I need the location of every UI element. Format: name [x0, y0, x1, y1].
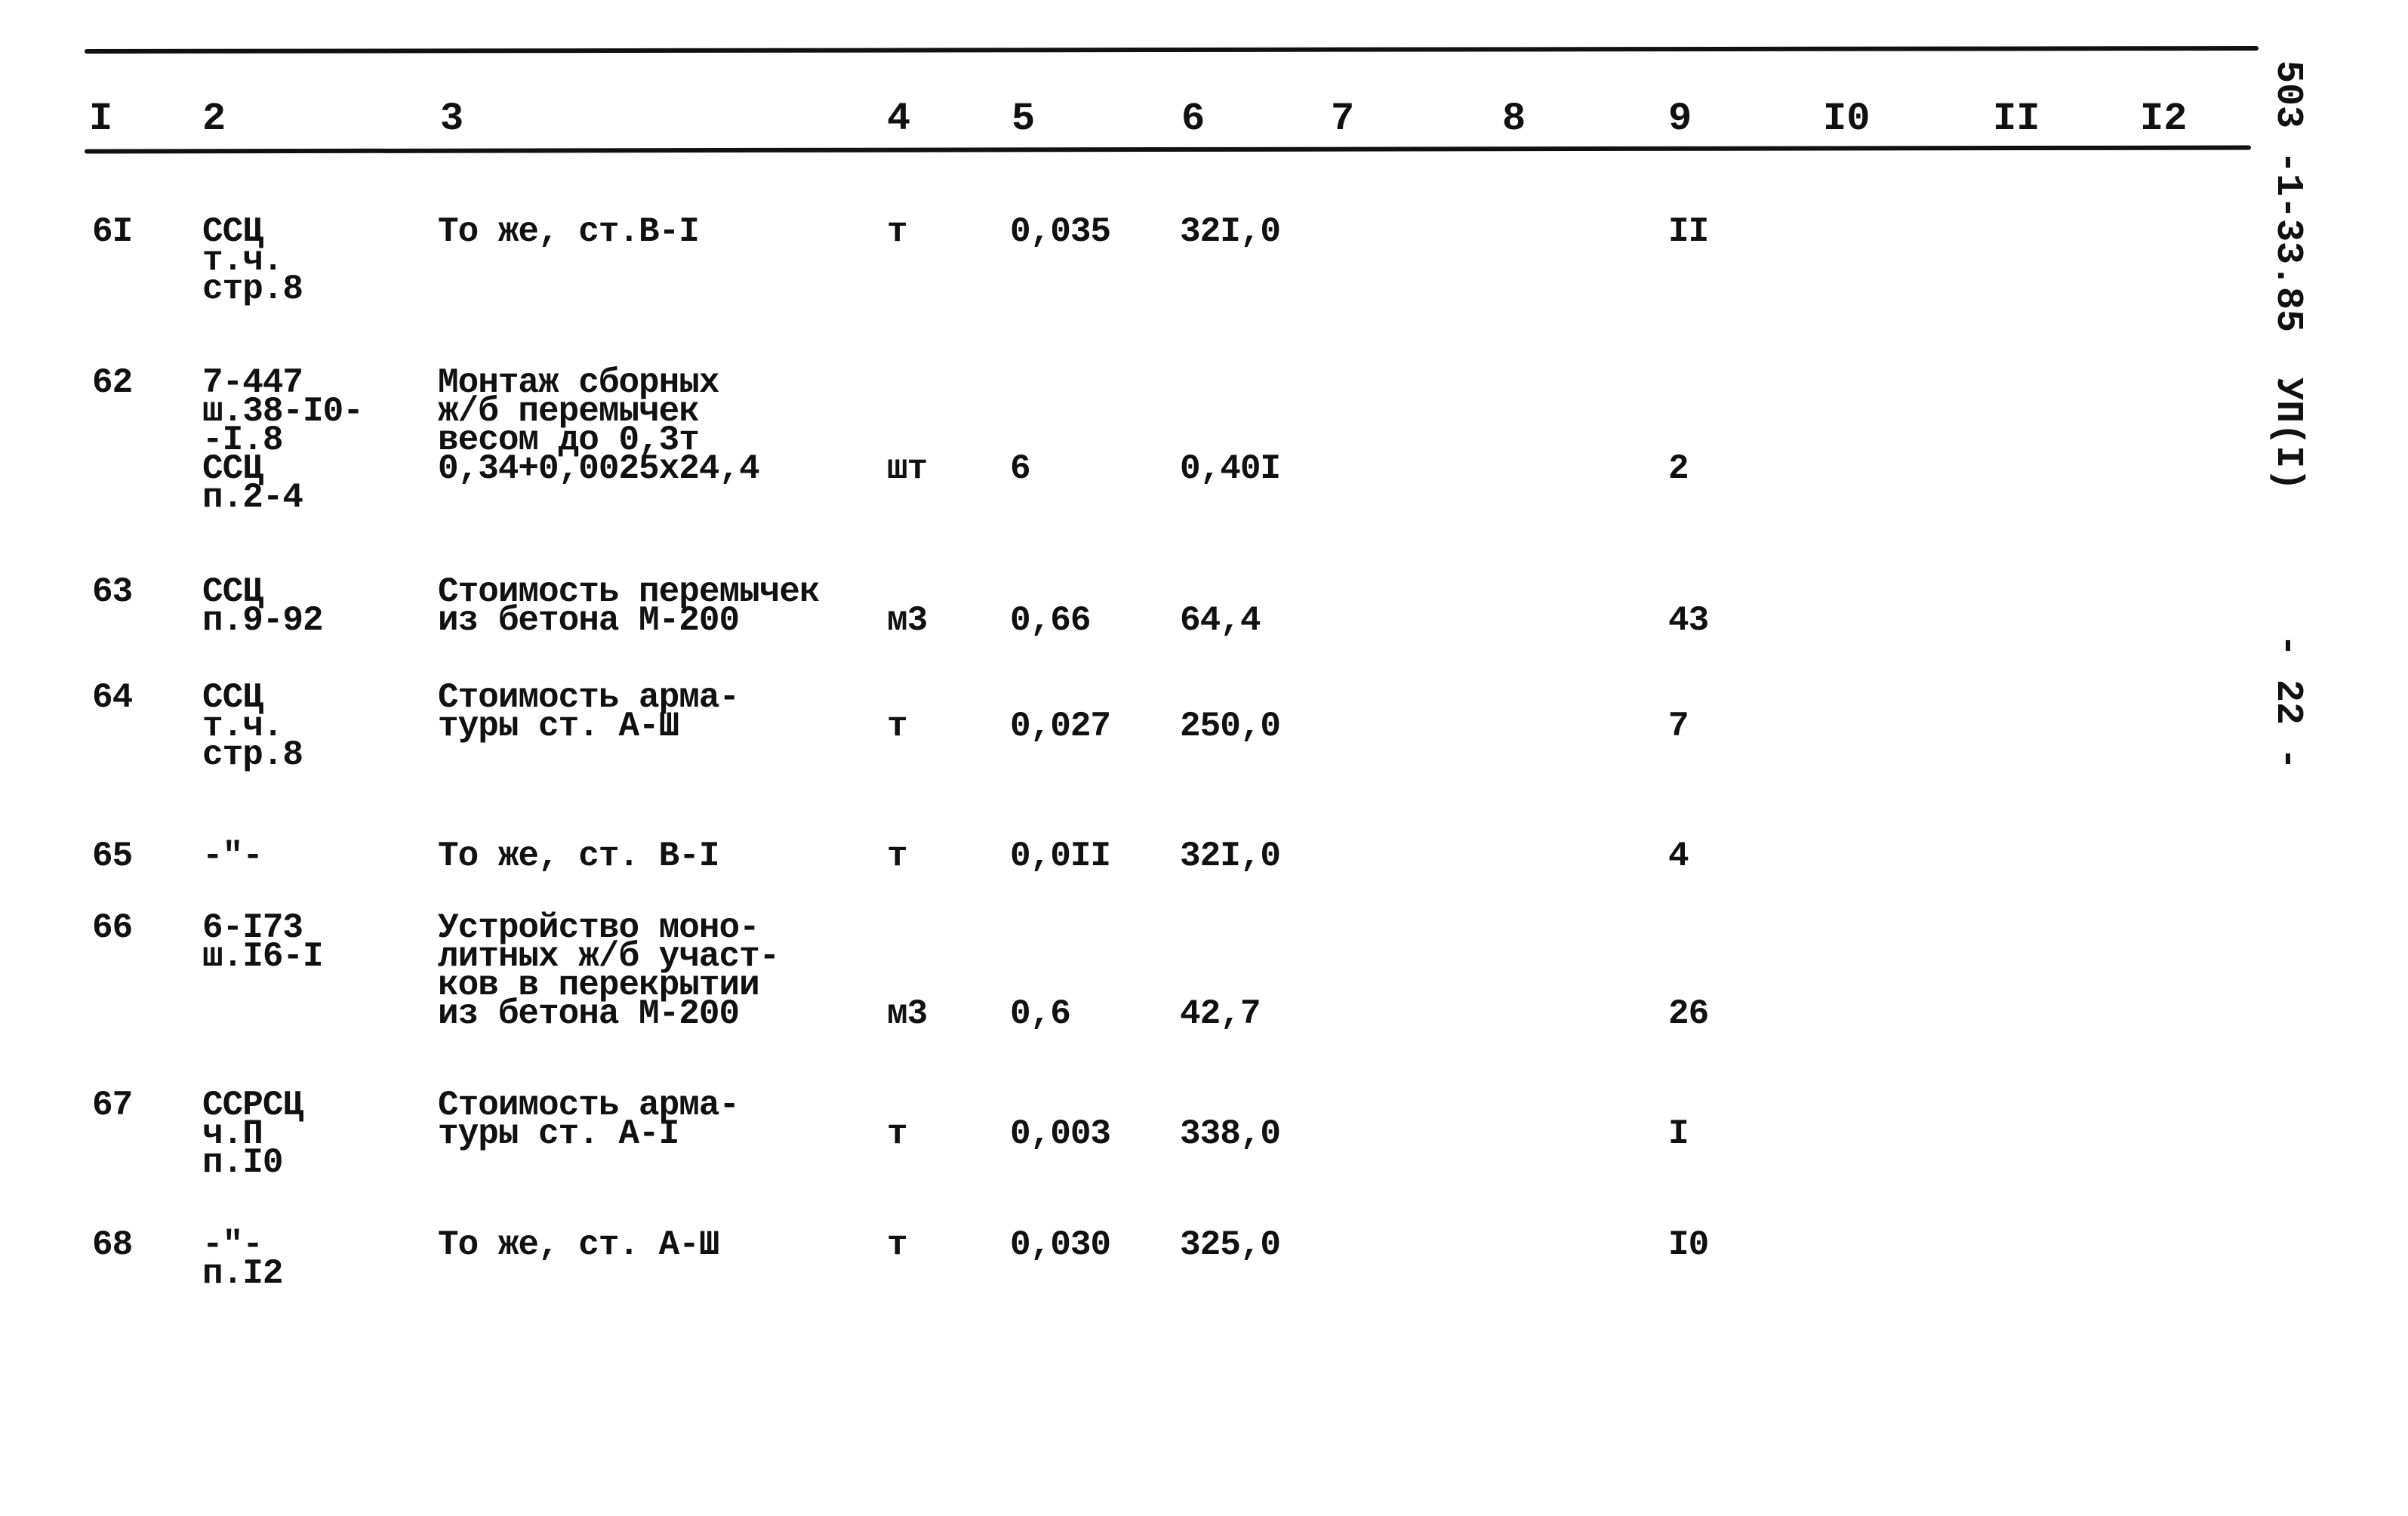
reference-cell: 7-447 ш.38-I0- -I.8 ССЦ п.2-4 [202, 365, 364, 517]
reference-cell: ССЦ т.ч. стр.8 [202, 680, 303, 775]
description-cell-line: То же, ст.В-I [438, 212, 700, 251]
quantity-cell: 0,0II [1010, 837, 1111, 876]
unit-price-cell: 250,0 [1180, 707, 1281, 746]
reference-cell: -"- [202, 837, 263, 876]
reference-cell: ССРСЦ ч.П п.I0 [202, 1088, 303, 1182]
quantity-cell: 6 [1010, 449, 1031, 488]
quantity-cell: 0,66 [1010, 601, 1091, 640]
description-cell: То же, ст.В-I [438, 212, 700, 251]
unit-price-cell: 338,0 [1180, 1114, 1281, 1154]
description-cell: То же, ст. В-I [438, 837, 719, 876]
unit-price-cell: 42,7 [1180, 994, 1261, 1034]
column-header: 7 [1331, 97, 1355, 141]
unit-cell: м3 [887, 601, 928, 640]
column-header: 2 [202, 97, 226, 141]
column-9-cell: I [1668, 1114, 1689, 1154]
column-header: I0 [1823, 97, 1871, 141]
description-cell-line: 0,34+0,0025х24,4 [438, 449, 760, 488]
row-number: 62 [92, 363, 133, 402]
description-cell: Стоимость перемычек из бетона М-200 [438, 575, 820, 638]
reference-cell: ССЦ п.9-92 [202, 575, 324, 640]
column-9-cell: 43 [1668, 601, 1709, 640]
column-9-cell: 7 [1668, 707, 1689, 746]
description-cell-line: То же, ст. А-Ш [438, 1225, 719, 1265]
unit-price-cell: 64,4 [1180, 601, 1261, 640]
column-header: 4 [887, 97, 911, 141]
reference-cell-line: стр.8 [202, 735, 303, 775]
column-header: I [89, 97, 113, 141]
quantity-cell: 0,003 [1010, 1114, 1111, 1154]
page-number: - 22 - [2266, 634, 2309, 771]
unit-price-cell: 32I,0 [1180, 837, 1281, 876]
row-number: 63 [92, 572, 133, 612]
row-number: 68 [92, 1225, 133, 1265]
column-header: 6 [1181, 97, 1206, 141]
reference-cell-line: п.I0 [202, 1143, 283, 1182]
description-cell: Монтаж сборных ж/б перемычек весом до 0,3т… [438, 365, 760, 488]
unit-cell: т [887, 1114, 908, 1154]
reference-cell-line: -"- [202, 837, 263, 876]
column-header: 8 [1502, 97, 1526, 141]
reference-cell: 6-I73 ш.I6-I [202, 911, 324, 976]
column-header: 3 [440, 97, 464, 141]
unit-price-cell: 32I,0 [1180, 212, 1281, 251]
row-number: 6I [92, 212, 133, 251]
reference-cell: -"- п.I2 [202, 1228, 283, 1293]
column-9-cell: 26 [1668, 994, 1709, 1034]
reference-cell-line: п.2-4 [202, 478, 303, 517]
unit-cell: м3 [887, 994, 928, 1034]
column-9-cell: I0 [1668, 1225, 1709, 1265]
quantity-cell: 0,027 [1010, 707, 1111, 746]
unit-price-cell: 325,0 [1180, 1225, 1281, 1265]
description-cell: Стоимость арма-туры ст. А-I [438, 1088, 740, 1151]
row-number: 64 [92, 678, 133, 717]
unit-cell: т [887, 212, 908, 251]
reference-cell-line: п.I2 [202, 1254, 283, 1293]
unit-cell: шт [887, 449, 928, 488]
table-top-rule [84, 45, 2259, 54]
unit-price-cell: 0,40I [1180, 449, 1281, 488]
row-number: 66 [92, 908, 133, 948]
column-header: I2 [2140, 97, 2188, 141]
reference-cell-line: стр.8 [202, 270, 303, 309]
column-9-cell: 4 [1668, 837, 1689, 876]
reference-cell: ССЦ т.ч. стр.8 [202, 214, 303, 309]
header-bottom-rule [84, 145, 2252, 154]
row-number: 67 [92, 1086, 133, 1125]
column-9-cell: 2 [1668, 449, 1689, 488]
document-code: 503 -1-33.85 УП(I) [2266, 60, 2309, 491]
quantity-cell: 0,035 [1010, 212, 1111, 251]
reference-cell-line: п.9-92 [202, 601, 324, 640]
column-header: 9 [1668, 97, 1692, 141]
reference-cell-line: ш.I6-I [202, 937, 324, 976]
column-header: II [1993, 97, 2040, 141]
column-header: 5 [1012, 97, 1036, 141]
unit-cell: т [887, 707, 908, 746]
description-cell-line: из бетона М-200 [438, 994, 740, 1034]
quantity-cell: 0,030 [1010, 1225, 1111, 1265]
description-cell: То же, ст. А-Ш [438, 1225, 719, 1265]
unit-cell: т [887, 1225, 908, 1265]
description-cell-line: То же, ст. В-I [438, 837, 719, 876]
description-cell: Стоимость арма-туры ст. А-Ш [438, 680, 740, 744]
unit-cell: т [887, 837, 908, 876]
row-number: 65 [92, 837, 133, 876]
column-9-cell: II [1668, 212, 1709, 251]
description-cell: Устройство моно-литных ж/б участ-ков в п… [438, 911, 780, 1034]
quantity-cell: 0,6 [1010, 994, 1071, 1034]
